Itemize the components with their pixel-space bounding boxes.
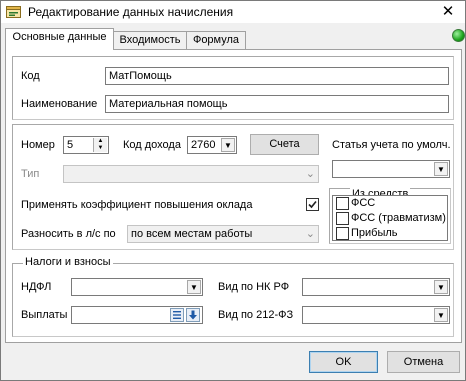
params-group: Номер 5 ▲ ▼ Код дохода 2760 ▼ Счета Тип … <box>12 124 454 250</box>
number-spinbox[interactable]: 5 ▲ ▼ <box>63 136 109 154</box>
fss-injury-checkbox[interactable] <box>336 212 349 225</box>
tab-formula[interactable]: Формула <box>186 31 246 50</box>
type-select[interactable]: ⌄ <box>63 165 319 183</box>
fss-checkbox[interactable] <box>336 197 349 210</box>
coef-checkbox[interactable] <box>306 198 319 211</box>
list-item[interactable]: ФСС (травматизм) <box>335 211 451 226</box>
title-bar: Редактирование данных начисления ✕ <box>1 1 465 23</box>
app-form-icon <box>6 5 22 19</box>
dropdown-arrow-icon[interactable]: ▼ <box>434 162 448 176</box>
taxes-group: Налоги и взносы НДФЛ ▼ Вид по НК РФ ▼ Вы… <box>12 256 454 337</box>
coef-label: Применять коэффициент повышения оклада <box>21 199 253 211</box>
funds-list: ФСС ФСС (травматизм) Прибыль <box>332 195 448 241</box>
payments-label: Выплаты <box>21 309 68 321</box>
tab-strip: Основные данные Входимость Формула <box>5 28 465 50</box>
profit-label: Прибыль <box>351 227 398 239</box>
distribute-select[interactable]: по всем местам работы ⌄ <box>127 225 319 243</box>
fz-select[interactable]: ▼ <box>302 306 450 324</box>
number-value: 5 <box>67 139 74 151</box>
dropdown-arrow-icon[interactable]: ▼ <box>187 280 201 294</box>
cancel-button[interactable]: Отмена <box>387 351 460 373</box>
chevron-down-icon[interactable]: ⌄ <box>306 166 315 182</box>
tab-inclusion[interactable]: Входимость <box>112 31 188 50</box>
fss-injury-label: ФСС (травматизм) <box>351 212 446 224</box>
spin-buttons[interactable]: ▲ ▼ <box>93 138 107 152</box>
spin-down-icon[interactable]: ▼ <box>94 145 107 152</box>
dropdown-arrow-icon[interactable]: ▼ <box>221 138 235 152</box>
arrow-down-icon[interactable] <box>186 308 200 322</box>
list-icon[interactable] <box>170 308 184 322</box>
dialog-window: Редактирование данных начисления ✕ Основ… <box>0 0 466 381</box>
chevron-down-icon[interactable]: ⌄ <box>306 226 315 242</box>
ndfl-label: НДФЛ <box>21 281 52 293</box>
name-input[interactable]: Материальная помощь <box>105 95 449 113</box>
dropdown-arrow-icon[interactable]: ▼ <box>434 280 448 294</box>
taxes-title: Налоги и взносы <box>23 256 113 268</box>
list-item[interactable]: ФСС <box>335 196 451 211</box>
tab-panel-main: Код МатПомощь Наименование Материальная … <box>5 49 462 343</box>
nk-select[interactable]: ▼ <box>302 278 450 296</box>
status-indicator <box>452 29 465 42</box>
fz-label: Вид по 212-ФЗ <box>218 309 294 321</box>
ok-button[interactable]: OK <box>309 351 378 373</box>
dropdown-arrow-icon[interactable]: ▼ <box>434 308 448 322</box>
list-item[interactable]: Прибыль <box>335 226 451 241</box>
tab-main-data[interactable]: Основные данные <box>5 28 114 50</box>
income-code-label: Код дохода <box>123 139 181 151</box>
code-label: Код <box>21 70 40 82</box>
account-item-select[interactable]: ▼ <box>332 160 450 178</box>
code-input[interactable]: МатПомощь <box>105 67 449 85</box>
profit-checkbox[interactable] <box>336 227 349 240</box>
close-icon[interactable]: ✕ <box>439 3 457 21</box>
number-label: Номер <box>21 139 55 151</box>
accounts-button[interactable]: Счета <box>250 134 319 155</box>
funds-group: Из средств ФСС ФСС (травматизм) Прибыль <box>329 188 451 244</box>
distribute-value: по всем местам работы <box>131 228 253 240</box>
checkmark-icon <box>308 200 317 209</box>
name-label: Наименование <box>21 98 98 110</box>
income-code-value: 2760 <box>191 139 216 151</box>
ndfl-select[interactable]: ▼ <box>71 278 203 296</box>
fss-label: ФСС <box>351 197 376 209</box>
distribute-label: Разносить в л/с по <box>21 228 116 240</box>
window-title: Редактирование данных начисления <box>28 5 234 19</box>
type-label: Тип <box>21 168 40 180</box>
account-item-label: Статья учета по умолч. <box>332 139 451 151</box>
identity-group: Код МатПомощь Наименование Материальная … <box>12 56 454 120</box>
payments-field[interactable] <box>71 306 203 324</box>
nk-label: Вид по НК РФ <box>218 281 290 293</box>
income-code-select[interactable]: 2760 ▼ <box>187 136 237 154</box>
